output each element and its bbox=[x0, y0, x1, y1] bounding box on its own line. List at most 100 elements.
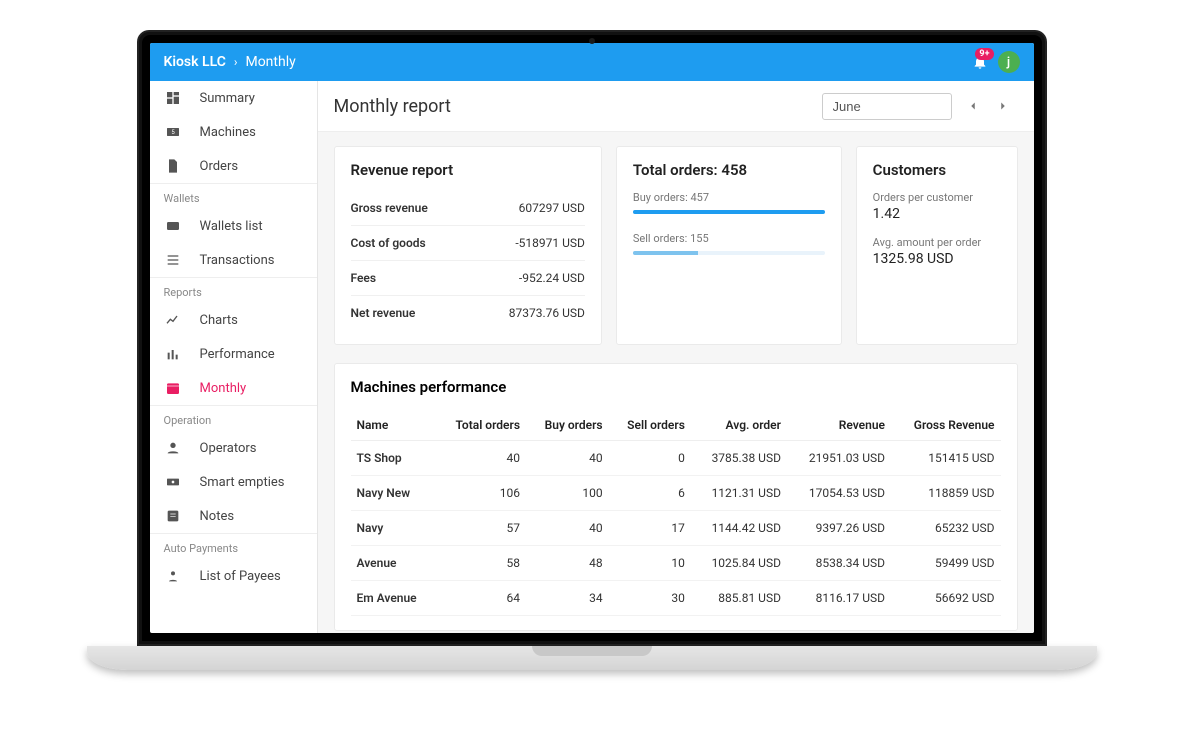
avg-amount-value: 1325.98 USD bbox=[873, 251, 1001, 267]
chevron-right-icon bbox=[996, 99, 1010, 113]
person-icon bbox=[164, 568, 182, 584]
sidebar-item-machines[interactable]: 5Machines bbox=[150, 115, 317, 149]
sidebar-item-label: Summary bbox=[200, 91, 255, 106]
revenue-card-title: Revenue report bbox=[351, 161, 585, 179]
table-header: Sell orders bbox=[609, 410, 691, 441]
sidebar: Summary 5Machines Orders Wallets Wallets lis… bbox=[150, 81, 318, 633]
chevron-left-icon bbox=[966, 99, 980, 113]
table-cell: 3785.38 USD bbox=[691, 441, 787, 476]
performance-card: Machines performance NameTotal ordersBuy… bbox=[334, 363, 1018, 631]
sidebar-item-orders[interactable]: Orders bbox=[150, 149, 317, 183]
table-row: Navy New10610061121.31 USD17054.53 USD11… bbox=[351, 476, 1001, 511]
table-cell: 59499 USD bbox=[891, 546, 1001, 581]
page-title: Monthly report bbox=[334, 96, 451, 117]
avg-amount-label: Avg. amount per order bbox=[873, 236, 1001, 249]
sidebar-item-monthly[interactable]: Monthly bbox=[150, 371, 317, 405]
table-cell: 9397.26 USD bbox=[787, 511, 891, 546]
note-icon bbox=[164, 508, 182, 524]
sidebar-section-auto-payments: Auto Payments bbox=[150, 533, 317, 559]
topbar: Kiosk LLC › Monthly 9+ j bbox=[150, 43, 1034, 81]
revenue-row-value: 607297 USD bbox=[519, 201, 585, 215]
table-cell: 40 bbox=[526, 441, 609, 476]
sidebar-item-label: Transactions bbox=[200, 253, 275, 268]
chart-icon bbox=[164, 312, 182, 328]
month-select[interactable] bbox=[822, 93, 952, 120]
prev-month-button[interactable] bbox=[958, 91, 988, 121]
buy-orders-progress bbox=[633, 210, 825, 214]
table-cell: 6 bbox=[609, 476, 691, 511]
sidebar-item-label: Orders bbox=[200, 159, 239, 174]
money-icon: 5 bbox=[164, 124, 182, 140]
table-cell: 65232 USD bbox=[891, 511, 1001, 546]
sidebar-item-smart-empties[interactable]: Smart empties bbox=[150, 465, 317, 499]
table-header: Name bbox=[351, 410, 436, 441]
table-row: TS Shop404003785.38 USD21951.03 USD15141… bbox=[351, 441, 1001, 476]
revenue-row-label: Cost of goods bbox=[351, 236, 426, 250]
sell-orders-label: Sell orders: 155 bbox=[633, 232, 825, 245]
table-cell: 0 bbox=[609, 441, 691, 476]
list-icon bbox=[164, 252, 182, 268]
table-cell: TS Shop bbox=[351, 441, 436, 476]
table-cell: 10 bbox=[609, 546, 691, 581]
sidebar-section-reports: Reports bbox=[150, 277, 317, 303]
revenue-row-label: Net revenue bbox=[351, 306, 416, 320]
buy-orders-label: Buy orders: 457 bbox=[633, 191, 825, 204]
calendar-icon bbox=[164, 380, 182, 396]
table-row: Navy5740171144.42 USD9397.26 USD65232 US… bbox=[351, 511, 1001, 546]
sidebar-item-operators[interactable]: Operators bbox=[150, 431, 317, 465]
table-cell: 100 bbox=[526, 476, 609, 511]
revenue-row-label: Gross revenue bbox=[351, 201, 428, 215]
table-cell: 34 bbox=[526, 581, 609, 616]
operator-icon bbox=[164, 440, 182, 456]
table-header: Avg. order bbox=[691, 410, 787, 441]
sidebar-item-transactions[interactable]: Transactions bbox=[150, 243, 317, 277]
revenue-row-value: -952.24 USD bbox=[519, 271, 585, 285]
revenue-row-value: 87373.76 USD bbox=[509, 306, 585, 320]
table-header: Revenue bbox=[787, 410, 891, 441]
customers-card-title: Customers bbox=[873, 161, 1001, 179]
sidebar-item-notes[interactable]: Notes bbox=[150, 499, 317, 533]
cash-icon bbox=[164, 474, 182, 490]
sidebar-item-list-of-payees[interactable]: List of Payees bbox=[150, 559, 317, 593]
sidebar-item-charts[interactable]: Charts bbox=[150, 303, 317, 337]
sidebar-item-label: Operators bbox=[200, 441, 257, 456]
table-cell: 56692 USD bbox=[891, 581, 1001, 616]
table-cell: 106 bbox=[436, 476, 526, 511]
table-header: Buy orders bbox=[526, 410, 609, 441]
revenue-row: Gross revenue 607297 USD bbox=[351, 191, 585, 226]
sidebar-item-label: Wallets list bbox=[200, 219, 263, 234]
breadcrumb-current[interactable]: Monthly bbox=[245, 54, 295, 70]
table-header: Total orders bbox=[436, 410, 526, 441]
sidebar-section-wallets: Wallets bbox=[150, 183, 317, 209]
table-cell: 118859 USD bbox=[891, 476, 1001, 511]
revenue-row-label: Fees bbox=[351, 271, 377, 285]
notification-bell[interactable]: 9+ bbox=[972, 54, 988, 70]
revenue-row: Cost of goods -518971 USD bbox=[351, 226, 585, 261]
table-cell: 40 bbox=[436, 441, 526, 476]
table-cell: 30 bbox=[609, 581, 691, 616]
table-cell: 1121.31 USD bbox=[691, 476, 787, 511]
orders-per-customer-label: Orders per customer bbox=[873, 191, 1001, 204]
revenue-row-value: -518971 USD bbox=[515, 236, 585, 250]
avatar[interactable]: j bbox=[998, 51, 1020, 73]
orders-per-customer-value: 1.42 bbox=[873, 206, 1001, 222]
table-cell: 40 bbox=[526, 511, 609, 546]
revenue-card: Revenue report Gross revenue 607297 USD Co… bbox=[334, 146, 602, 345]
brand[interactable]: Kiosk LLC bbox=[164, 54, 226, 70]
sidebar-item-performance[interactable]: Performance bbox=[150, 337, 317, 371]
wallet-icon bbox=[164, 218, 182, 234]
sidebar-item-summary[interactable]: Summary bbox=[150, 81, 317, 115]
next-month-button[interactable] bbox=[988, 91, 1018, 121]
revenue-row: Net revenue 87373.76 USD bbox=[351, 296, 585, 330]
table-cell: Navy bbox=[351, 511, 436, 546]
table-cell: 151415 USD bbox=[891, 441, 1001, 476]
sidebar-item-wallets-list[interactable]: Wallets list bbox=[150, 209, 317, 243]
revenue-row: Fees -952.24 USD bbox=[351, 261, 585, 296]
table-cell: 8116.17 USD bbox=[787, 581, 891, 616]
performance-card-title: Machines performance bbox=[351, 378, 1001, 396]
table-cell: Avenue bbox=[351, 546, 436, 581]
sidebar-item-label: Charts bbox=[200, 313, 238, 328]
table-cell: 48 bbox=[526, 546, 609, 581]
sidebar-section-operation: Operation bbox=[150, 405, 317, 431]
bars-icon bbox=[164, 346, 182, 362]
